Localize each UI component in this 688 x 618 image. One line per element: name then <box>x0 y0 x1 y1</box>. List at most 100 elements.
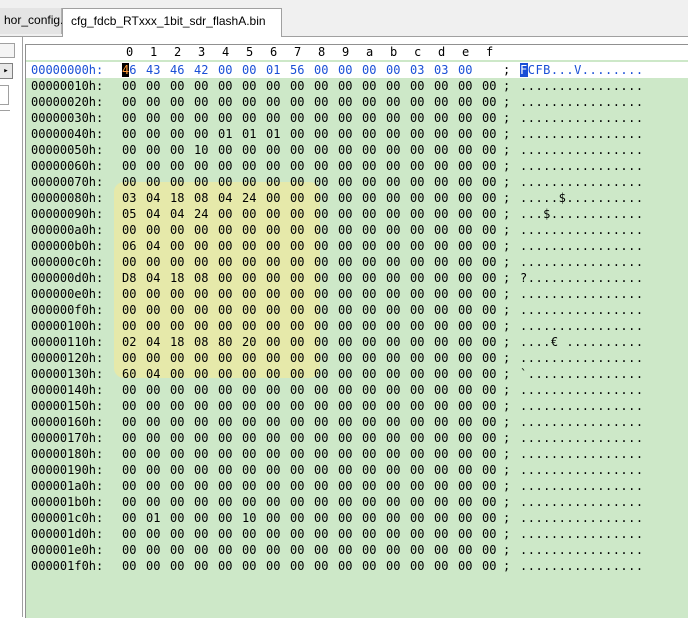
hex-byte[interactable]: 24 <box>194 206 208 222</box>
hex-byte[interactable]: 00 <box>386 398 400 414</box>
hex-byte[interactable]: 00 <box>266 286 280 302</box>
hex-byte[interactable]: 00 <box>194 158 208 174</box>
hex-byte[interactable]: 00 <box>266 238 280 254</box>
hex-row[interactable]: 00000150h: 00 00 00 00 00 00 00 00 00 00 00 00 00 00 00… <box>26 398 688 414</box>
hex-byte[interactable]: 00 <box>290 542 304 558</box>
hex-byte[interactable]: 00 <box>482 414 496 430</box>
hex-byte[interactable]: 00 <box>266 494 280 510</box>
hex-byte[interactable]: 00 <box>386 542 400 558</box>
hex-byte[interactable]: 00 <box>290 254 304 270</box>
hex-byte[interactable]: 00 <box>194 526 208 542</box>
hex-byte[interactable]: 00 <box>386 190 400 206</box>
hex-byte[interactable]: 00 <box>290 366 304 382</box>
hex-byte[interactable]: 00 <box>314 238 328 254</box>
hex-byte[interactable]: 00 <box>122 382 136 398</box>
hex-byte[interactable]: 00 <box>434 302 448 318</box>
hex-byte[interactable]: 00 <box>482 302 496 318</box>
hex-row[interactable]: 00000140h: 00 00 00 00 00 00 00 00 00 00 00 00 00 00 00… <box>26 382 688 398</box>
hex-byte[interactable]: 00 <box>170 254 184 270</box>
hex-byte[interactable]: 00 <box>410 350 424 366</box>
hex-byte[interactable]: 00 <box>290 302 304 318</box>
hex-byte[interactable]: 00 <box>314 206 328 222</box>
hex-byte[interactable]: 00 <box>386 462 400 478</box>
hex-byte[interactable]: 00 <box>194 494 208 510</box>
hex-byte[interactable]: 00 <box>482 78 496 94</box>
hex-row[interactable]: 00000160h: 00 00 00 00 00 00 00 00 00 00 00 00 00 00 00… <box>26 414 688 430</box>
hex-byte[interactable]: 00 <box>410 430 424 446</box>
hex-byte[interactable]: 00 <box>314 350 328 366</box>
hex-byte[interactable]: 00 <box>338 126 352 142</box>
hex-byte[interactable]: 00 <box>482 430 496 446</box>
hex-byte[interactable]: 00 <box>266 190 280 206</box>
hex-byte[interactable]: 00 <box>386 414 400 430</box>
hex-byte[interactable]: 00 <box>362 446 376 462</box>
hex-row[interactable]: 00000070h: 00 00 00 00 00 00 00 00 00 00 00 00 00 00 00… <box>26 174 688 190</box>
hex-byte[interactable]: 00 <box>170 526 184 542</box>
hex-byte[interactable]: 00 <box>218 542 232 558</box>
hex-byte[interactable]: 00 <box>218 382 232 398</box>
ascii-text[interactable]: ................ <box>520 174 644 190</box>
hex-byte[interactable]: 00 <box>242 174 256 190</box>
hex-byte[interactable]: 00 <box>410 254 424 270</box>
hex-byte[interactable]: 00 <box>458 526 472 542</box>
ascii-text[interactable]: ................ <box>520 494 644 510</box>
hex-byte[interactable]: 00 <box>338 222 352 238</box>
hex-byte[interactable]: 00 <box>314 62 328 78</box>
hex-byte[interactable]: 00 <box>122 126 136 142</box>
hex-byte[interactable]: 00 <box>482 206 496 222</box>
hex-byte[interactable]: 00 <box>410 158 424 174</box>
hex-byte[interactable]: 00 <box>146 222 160 238</box>
hex-byte[interactable]: 00 <box>194 446 208 462</box>
hex-byte[interactable]: 00 <box>146 110 160 126</box>
hex-byte[interactable]: 00 <box>170 142 184 158</box>
hex-byte[interactable]: 00 <box>458 126 472 142</box>
hex-byte[interactable]: 00 <box>314 542 328 558</box>
hex-byte[interactable]: 00 <box>482 478 496 494</box>
hex-byte[interactable]: 00 <box>314 142 328 158</box>
hex-byte[interactable]: 00 <box>434 510 448 526</box>
hex-byte[interactable]: 00 <box>410 318 424 334</box>
ascii-text[interactable]: ................ <box>520 414 644 430</box>
hex-row[interactable]: 000001e0h: 00 00 00 00 00 00 00 00 00 00 00 00 00 00 00… <box>26 542 688 558</box>
hex-byte[interactable]: 04 <box>218 190 232 206</box>
hex-byte[interactable]: 00 <box>266 78 280 94</box>
hex-byte[interactable]: 00 <box>338 398 352 414</box>
side-panel-tab[interactable] <box>0 43 15 58</box>
hex-byte[interactable]: 00 <box>170 382 184 398</box>
hex-byte[interactable]: 00 <box>170 462 184 478</box>
hex-row[interactable]: 000000f0h: 00 00 00 00 00 00 00 00 00 00 00 00 00 00 00… <box>26 302 688 318</box>
hex-byte[interactable]: 00 <box>458 142 472 158</box>
hex-byte[interactable]: 00 <box>194 318 208 334</box>
hex-byte[interactable]: 00 <box>338 254 352 270</box>
ascii-text[interactable]: ................ <box>520 254 644 270</box>
hex-byte[interactable]: 00 <box>290 270 304 286</box>
hex-byte[interactable]: 00 <box>434 414 448 430</box>
hex-byte[interactable]: 00 <box>482 238 496 254</box>
hex-byte[interactable]: 00 <box>146 286 160 302</box>
hex-byte[interactable]: 00 <box>434 430 448 446</box>
hex-byte[interactable]: D8 <box>122 270 136 286</box>
hex-byte[interactable]: 00 <box>314 78 328 94</box>
hex-row[interactable]: 00000050h: 00 00 00 10 00 00 00 00 00 00 00 00 00 00 00… <box>26 142 688 158</box>
hex-byte[interactable]: 00 <box>170 110 184 126</box>
hex-byte[interactable]: 00 <box>314 462 328 478</box>
hex-byte[interactable]: 00 <box>338 174 352 190</box>
hex-byte[interactable]: 00 <box>146 494 160 510</box>
hex-byte[interactable]: 00 <box>242 414 256 430</box>
hex-byte[interactable]: 00 <box>146 78 160 94</box>
hex-byte[interactable]: 00 <box>146 318 160 334</box>
hex-byte[interactable]: 00 <box>290 382 304 398</box>
hex-byte[interactable]: 00 <box>386 350 400 366</box>
ascii-text[interactable]: ................ <box>520 78 644 94</box>
hex-byte[interactable]: 00 <box>242 142 256 158</box>
hex-byte[interactable]: 00 <box>194 286 208 302</box>
hex-row[interactable]: 00000030h: 00 00 00 00 00 00 00 00 00 00 00 00 00 00 00… <box>26 110 688 126</box>
hex-byte[interactable]: 00 <box>170 174 184 190</box>
hex-byte[interactable]: 00 <box>410 526 424 542</box>
hex-editor-view[interactable]: 0123456789abcdef 00000000h: 46 43 46 42 00 00 0… <box>25 44 688 618</box>
hex-byte[interactable]: 00 <box>386 270 400 286</box>
hex-byte[interactable]: 00 <box>458 398 472 414</box>
hex-byte[interactable]: 04 <box>170 206 184 222</box>
hex-byte[interactable]: 00 <box>122 446 136 462</box>
hex-byte[interactable]: 00 <box>266 94 280 110</box>
